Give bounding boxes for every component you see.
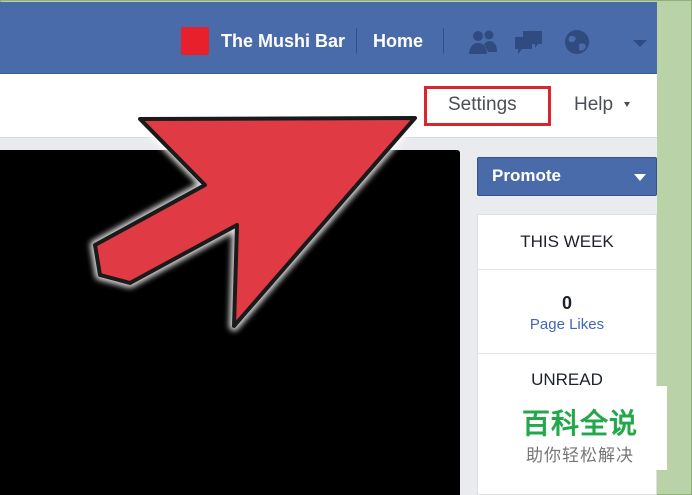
watermark-title: 百科全说 (521, 408, 638, 439)
watermark-subtitle: 助你轻松解决 (526, 446, 634, 465)
